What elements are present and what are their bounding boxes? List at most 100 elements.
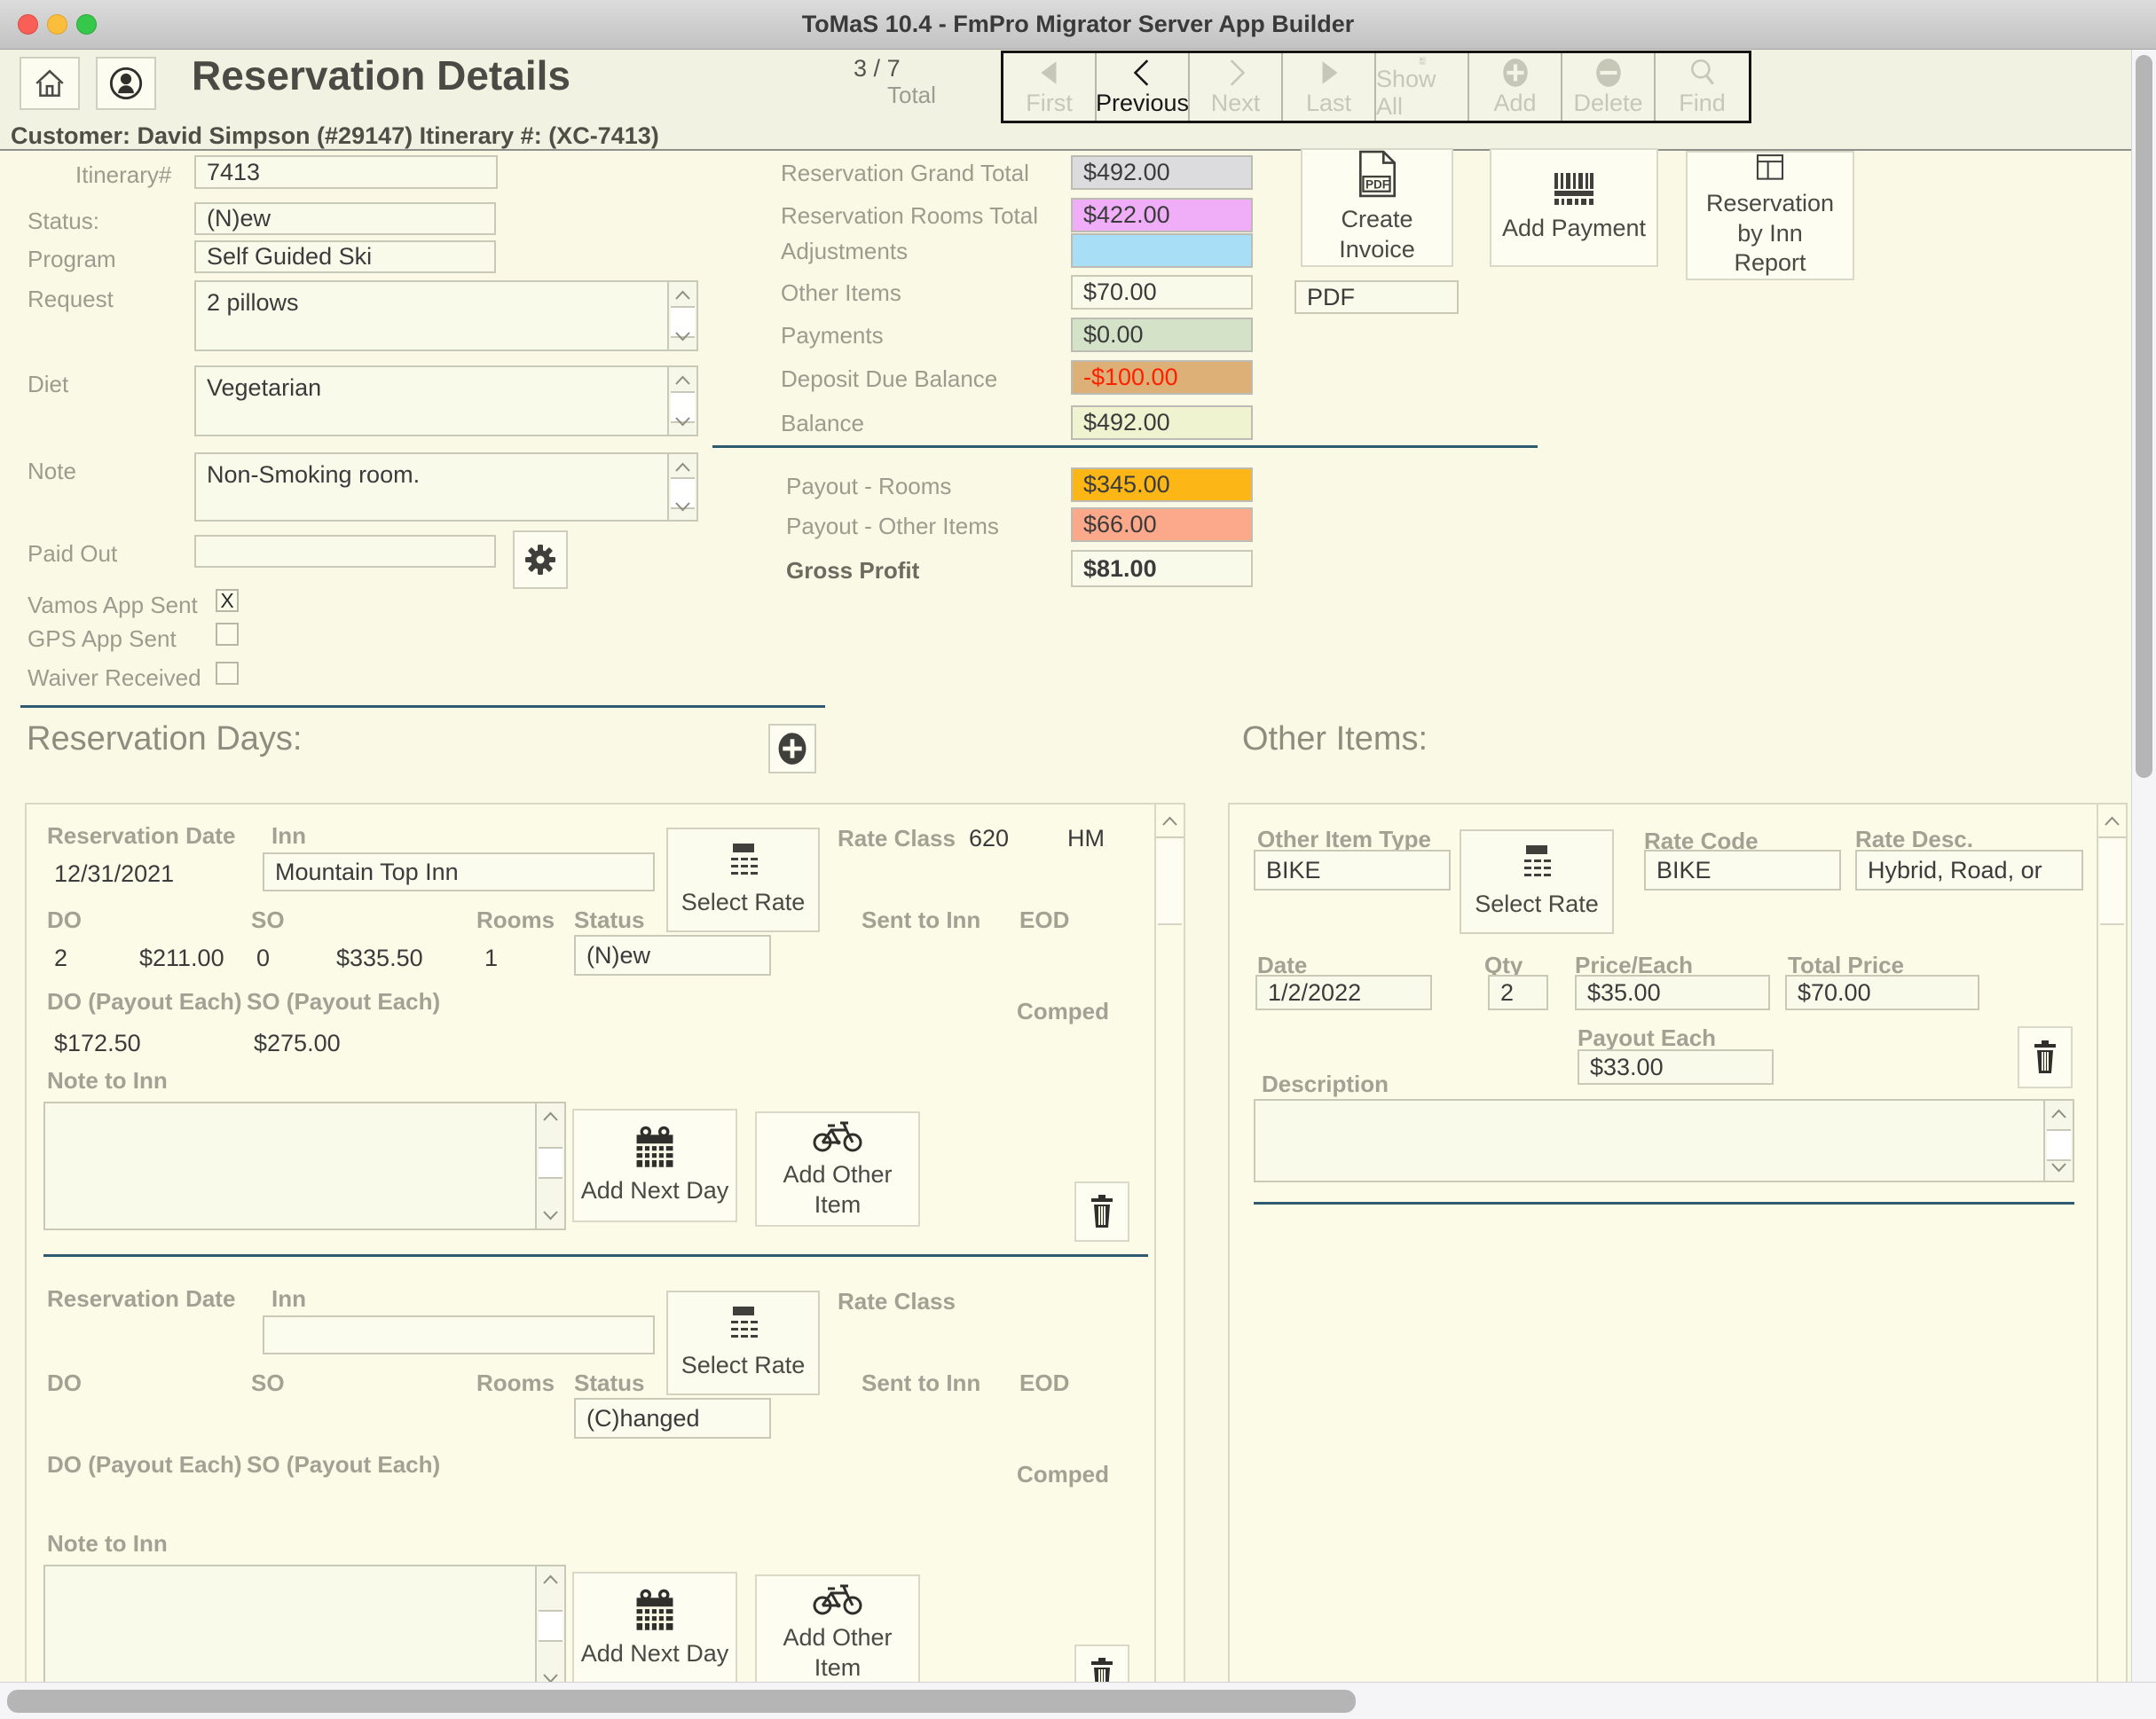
paid-out-field[interactable] [194, 535, 496, 568]
toolbar-delete-button[interactable]: Delete [1562, 53, 1656, 121]
select-rate-button[interactable]: Select Rate [666, 828, 820, 932]
diet-scrollbar[interactable] [667, 367, 696, 435]
create-invoice-button[interactable]: PDF Create Invoice [1301, 148, 1453, 267]
scroll-up-icon[interactable] [2103, 815, 2121, 828]
item-description-textarea[interactable] [1254, 1099, 2074, 1182]
scroll-thumb[interactable] [539, 1147, 563, 1179]
do-payout-label: DO (Payout Each) [47, 988, 242, 1016]
scroll-thumb[interactable] [539, 1610, 563, 1642]
gps-app-sent-checkbox[interactable] [216, 623, 239, 646]
do-label: DO [47, 907, 82, 934]
day-status-field[interactable]: (C)hanged [574, 1398, 771, 1439]
waiver-received-checkbox[interactable] [216, 662, 239, 685]
payments-field[interactable]: $0.00 [1071, 318, 1253, 352]
note-scrollbar[interactable] [667, 454, 696, 520]
other-items-total-field[interactable]: $70.00 [1071, 275, 1253, 310]
scroll-thumb[interactable] [2100, 840, 2124, 925]
toolbar-add-button[interactable]: Add [1469, 53, 1562, 121]
scroll-down-icon[interactable] [541, 1209, 560, 1221]
grand-total-field[interactable]: $492.00 [1071, 155, 1253, 190]
scroll-down-icon[interactable] [673, 330, 692, 342]
toolbar-first-button[interactable]: First [1003, 53, 1097, 121]
toolbar-last-button[interactable]: Last [1283, 53, 1376, 121]
toolbar-previous-button[interactable]: Previous [1097, 53, 1190, 121]
rate-code-field[interactable]: BIKE [1644, 850, 1841, 891]
scroll-up-icon[interactable] [541, 1574, 560, 1586]
horizontal-scrollbar[interactable] [0, 1682, 2156, 1719]
gross-profit-field[interactable]: $81.00 [1071, 550, 1253, 587]
adjustments-field[interactable] [1071, 233, 1253, 268]
payout-other-items-field[interactable]: $66.00 [1071, 507, 1253, 542]
select-rate-button[interactable]: Select Rate [666, 1291, 820, 1395]
itinerary-label: Itinerary# [75, 161, 171, 189]
eod-label: EOD [1019, 1370, 1069, 1397]
add-other-item-button[interactable]: Add Other Item [755, 1111, 920, 1227]
waiver-received-label: Waiver Received [28, 664, 201, 692]
home-button[interactable] [20, 57, 80, 110]
status-field[interactable]: (N)ew [194, 202, 496, 235]
select-rate-button[interactable]: Select Rate [1460, 829, 1614, 934]
scroll-up-icon[interactable] [541, 1111, 560, 1123]
scroll-up-icon[interactable] [1161, 815, 1179, 828]
inn-field[interactable]: Mountain Top Inn [263, 852, 655, 891]
rooms-total-field[interactable]: $422.00 [1071, 198, 1253, 232]
diet-textarea[interactable]: Vegetarian [194, 365, 698, 436]
request-textarea[interactable]: 2 pillows [194, 280, 698, 351]
trash-icon [1089, 1658, 1115, 1684]
balance-field[interactable]: $492.00 [1071, 405, 1253, 440]
toolbar-next-button[interactable]: Next [1190, 53, 1283, 121]
vertical-scrollbar[interactable] [2131, 50, 2156, 1682]
toolbar-show-all-button[interactable]: Show All [1376, 53, 1469, 121]
pdf-format-select[interactable]: PDF [1294, 280, 1459, 314]
add-next-day-button[interactable]: Add Next Day [572, 1109, 737, 1222]
note-to-inn-textarea[interactable] [43, 1565, 566, 1684]
delete-item-button[interactable] [2018, 1026, 2073, 1088]
payout-each-label: Payout Each [1578, 1024, 1716, 1052]
delete-day-button[interactable] [1074, 1181, 1129, 1242]
price-each-field[interactable]: $35.00 [1575, 975, 1770, 1010]
payout-rooms-field[interactable]: $345.00 [1071, 467, 1253, 502]
scroll-thumb[interactable] [2047, 1129, 2071, 1161]
day-status-field[interactable]: (N)ew [574, 935, 771, 976]
scroll-down-icon[interactable] [2050, 1161, 2068, 1173]
delete-day-button[interactable] [1074, 1644, 1129, 1684]
note-to-inn-textarea[interactable] [43, 1102, 566, 1230]
reservation-by-inn-report-button[interactable]: Reservation by Inn Report [1686, 151, 1854, 280]
horizontal-scrollbar-thumb[interactable] [7, 1690, 1356, 1713]
item-date-field[interactable]: 1/2/2022 [1255, 975, 1432, 1010]
deposit-due-balance-field[interactable]: -$100.00 [1071, 360, 1253, 395]
scroll-up-icon[interactable] [2050, 1108, 2068, 1120]
description-scrollbar[interactable] [2043, 1101, 2073, 1181]
add-other-item-button[interactable]: Add Other Item [755, 1574, 920, 1684]
itinerary-field[interactable]: 7413 [194, 155, 498, 189]
total-price-field[interactable]: $70.00 [1785, 975, 1979, 1010]
item-qty-field[interactable]: 2 [1488, 975, 1548, 1010]
scroll-down-icon[interactable] [673, 500, 692, 513]
trash-icon [1089, 1195, 1115, 1228]
add-next-day-button[interactable]: Add Next Day [572, 1572, 737, 1684]
vertical-scrollbar-thumb[interactable] [2136, 55, 2152, 778]
program-field[interactable]: Self Guided Ski [194, 240, 496, 273]
inn-field[interactable] [263, 1315, 655, 1354]
add-reservation-day-button[interactable] [768, 724, 816, 773]
rate-desc-field[interactable]: Hybrid, Road, or [1855, 850, 2083, 891]
payout-each-field[interactable]: $33.00 [1578, 1049, 1774, 1085]
paid-out-settings-button[interactable] [513, 530, 568, 589]
scroll-down-icon[interactable] [673, 415, 692, 428]
toolbar-find-button[interactable]: Find [1656, 53, 1749, 121]
vamos-app-sent-checkbox[interactable]: X [216, 589, 239, 612]
note-to-inn-scrollbar[interactable] [535, 1566, 564, 1684]
other-items-scrollbar[interactable] [2097, 805, 2126, 1682]
other-item-type-field[interactable]: BIKE [1254, 850, 1451, 891]
customer-button[interactable] [96, 57, 156, 110]
request-scrollbar[interactable] [667, 282, 696, 349]
add-payment-button[interactable]: Add Payment [1490, 148, 1658, 267]
scroll-up-icon[interactable] [673, 461, 692, 474]
scroll-up-icon[interactable] [673, 289, 692, 302]
reservation-days-panel: Reservation Date 12/31/2021 Inn Mountain… [25, 803, 1185, 1684]
scroll-thumb[interactable] [1158, 840, 1182, 925]
note-to-inn-scrollbar[interactable] [535, 1103, 564, 1228]
reservation-days-scrollbar[interactable] [1154, 805, 1184, 1682]
scroll-up-icon[interactable] [673, 374, 692, 387]
note-textarea[interactable]: Non-Smoking room. [194, 452, 698, 522]
